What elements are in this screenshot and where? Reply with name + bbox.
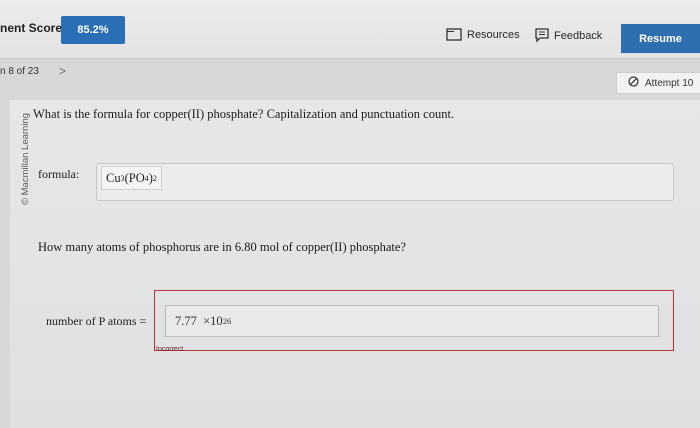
question-position: n 8 of 23 <box>0 65 39 77</box>
feedback-icon <box>535 28 549 43</box>
formula-answer-value: Cu 3 (PO 4) 2 <box>101 166 162 190</box>
resume-button[interactable]: Resume <box>621 24 700 53</box>
formula-part: Cu <box>106 170 121 185</box>
answer-times: ×10 <box>203 313 223 328</box>
p-atoms-label: number of P atoms = <box>46 314 147 328</box>
question-1-prompt: What is the formula for copper(II) phosp… <box>33 107 455 121</box>
attempt-label: Attempt 10 <box>645 77 694 89</box>
chevron-right-icon[interactable]: > <box>59 64 66 78</box>
p-atoms-answer-field[interactable]: 7.77 ×10 26 <box>165 305 659 337</box>
formula-subscript: 2 <box>152 173 157 183</box>
no-entry-icon <box>628 76 639 90</box>
question-panel <box>10 100 700 428</box>
answer-mantissa: 7.77 <box>175 313 197 328</box>
question-navigator: n 8 of 23 > <box>0 64 66 78</box>
resources-label: Resources <box>467 28 520 41</box>
formula-part: (PO <box>124 170 145 185</box>
feedback-button[interactable]: Feedback <box>535 28 602 43</box>
formula-label: formula: <box>38 167 80 181</box>
formula-answer-field[interactable]: Cu 3 (PO 4) 2 <box>96 163 674 201</box>
resources-button[interactable]: Resources <box>446 28 520 41</box>
document-icon <box>446 28 462 41</box>
macmillan-brand: © Macmillan Learning <box>20 113 31 205</box>
question-2-prompt: How many atoms of phosphorus are in 6.80… <box>38 240 406 254</box>
score-label: nent Score: <box>0 21 67 35</box>
assignment-header: nent Score: 85.2% Resources Feedback Res… <box>0 0 700 59</box>
answer-status: Incorrect <box>156 346 184 353</box>
score-badge: 85.2% <box>61 16 125 44</box>
answer-exponent: 26 <box>222 316 232 326</box>
feedback-label: Feedback <box>554 29 603 42</box>
attempt-badge: Attempt 10 <box>616 72 700 94</box>
